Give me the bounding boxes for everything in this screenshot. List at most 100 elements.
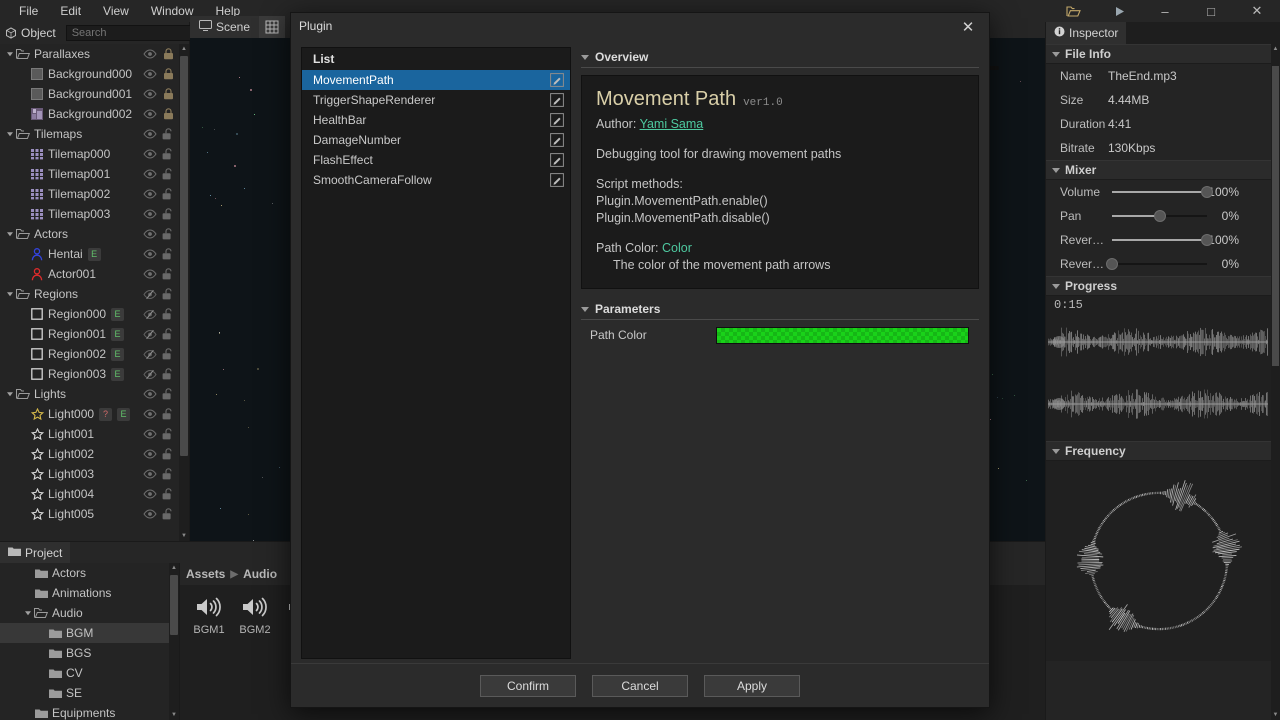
lock-open-icon[interactable]	[161, 468, 175, 480]
scroll-thumb[interactable]	[1272, 66, 1279, 366]
mixer-slider[interactable]	[1112, 209, 1207, 223]
plugin-list-item[interactable]: DamageNumber	[302, 130, 570, 150]
edit-icon[interactable]	[550, 93, 564, 107]
grid-icon[interactable]	[259, 16, 285, 38]
eye-visible-icon[interactable]	[143, 449, 157, 459]
object-tree-row[interactable]: Tilemap000	[0, 144, 179, 164]
chevron-down-icon[interactable]	[4, 290, 16, 298]
eye-hidden-icon[interactable]	[143, 329, 157, 340]
plugin-list-item[interactable]: FlashEffect	[302, 150, 570, 170]
scroll-down-arrow[interactable]: ▼	[169, 710, 179, 720]
lock-open-icon[interactable]	[161, 148, 175, 160]
folder-open-icon[interactable]	[1050, 0, 1096, 22]
waveform-display[interactable]: 0:15	[1046, 296, 1271, 441]
scroll-thumb[interactable]	[170, 575, 178, 635]
object-tree-row[interactable]: Lights	[0, 384, 179, 404]
project-folder-row[interactable]: SE	[0, 683, 179, 703]
author-link[interactable]: Yami Sama	[640, 117, 704, 131]
edit-icon[interactable]	[550, 173, 564, 187]
object-tree-row[interactable]: Regions	[0, 284, 179, 304]
object-tree-row[interactable]: Parallaxes	[0, 44, 179, 64]
object-tree-row[interactable]: HentaiE	[0, 244, 179, 264]
lock-open-icon[interactable]	[161, 348, 175, 360]
object-tree-row[interactable]: Light004	[0, 484, 179, 504]
menu-item-edit[interactable]: Edit	[49, 0, 92, 22]
eye-visible-icon[interactable]	[143, 209, 157, 219]
lock-open-icon[interactable]	[161, 308, 175, 320]
object-tree-row[interactable]: Light000?E	[0, 404, 179, 424]
eye-visible-icon[interactable]	[143, 89, 157, 99]
eye-visible-icon[interactable]	[143, 189, 157, 199]
menu-item-view[interactable]: View	[92, 0, 140, 22]
lock-open-icon[interactable]	[161, 268, 175, 280]
eye-hidden-icon[interactable]	[143, 289, 157, 300]
object-tree-row[interactable]: Light001	[0, 424, 179, 444]
lock-open-icon[interactable]	[161, 488, 175, 500]
project-folder-row[interactable]: Animations	[0, 583, 179, 603]
lock-open-icon[interactable]	[161, 428, 175, 440]
section-overview[interactable]: Overview	[581, 47, 979, 68]
eye-visible-icon[interactable]	[143, 249, 157, 259]
dialog-title-bar[interactable]: Plugin	[291, 13, 989, 39]
object-tree-row[interactable]: Light003	[0, 464, 179, 484]
object-tree-row[interactable]: Background001	[0, 84, 179, 104]
object-tree-scrollbar[interactable]: ▲ ▼	[179, 44, 189, 541]
object-tree-row[interactable]: Tilemap001	[0, 164, 179, 184]
eye-visible-icon[interactable]	[143, 49, 157, 59]
plugin-list-item[interactable]: TriggerShapeRenderer	[302, 90, 570, 110]
lock-open-icon[interactable]	[161, 128, 175, 140]
lock-open-icon[interactable]	[161, 368, 175, 380]
lock-open-icon[interactable]	[161, 448, 175, 460]
play-icon[interactable]	[1096, 0, 1142, 22]
plugin-list-item[interactable]: SmoothCameraFollow	[302, 170, 570, 190]
lock-open-icon[interactable]	[161, 328, 175, 340]
object-tree-row[interactable]: Light005	[0, 504, 179, 524]
slider-knob[interactable]	[1201, 186, 1213, 198]
project-folder-row[interactable]: BGS	[0, 643, 179, 663]
eye-visible-icon[interactable]	[143, 109, 157, 119]
eye-visible-icon[interactable]	[143, 429, 157, 439]
object-tree-row[interactable]: Actor001	[0, 264, 179, 284]
object-tree-row[interactable]: Region002E	[0, 344, 179, 364]
object-tree-row[interactable]: Light002	[0, 444, 179, 464]
slider-knob[interactable]	[1201, 234, 1213, 246]
edit-icon[interactable]	[550, 113, 564, 127]
section-file-info[interactable]: File Info	[1046, 44, 1271, 64]
menu-item-file[interactable]: File	[8, 0, 49, 22]
scroll-up-arrow[interactable]: ▲	[1271, 44, 1280, 54]
edit-icon[interactable]	[550, 73, 564, 87]
edit-icon[interactable]	[550, 153, 564, 167]
eye-visible-icon[interactable]	[143, 229, 157, 239]
chevron-down-icon[interactable]	[4, 230, 16, 238]
object-tree-row[interactable]: Region001E	[0, 324, 179, 344]
eye-visible-icon[interactable]	[143, 169, 157, 179]
eye-visible-icon[interactable]	[143, 409, 157, 419]
lock-closed-icon[interactable]	[161, 68, 175, 80]
eye-visible-icon[interactable]	[143, 389, 157, 399]
asset-item[interactable]: BGM1	[188, 593, 230, 650]
tab-inspector[interactable]: Inspector	[1046, 22, 1126, 44]
lock-open-icon[interactable]	[161, 228, 175, 240]
maximize-button[interactable]: □	[1188, 0, 1234, 22]
lock-closed-icon[interactable]	[161, 88, 175, 100]
section-progress[interactable]: Progress	[1046, 276, 1271, 296]
scroll-thumb[interactable]	[180, 56, 188, 456]
chevron-down-icon[interactable]	[4, 390, 16, 398]
section-parameters[interactable]: Parameters	[581, 299, 979, 320]
lock-open-icon[interactable]	[161, 188, 175, 200]
inspector-scrollbar[interactable]: ▲ ▼	[1271, 44, 1280, 720]
folder-tree-scrollbar[interactable]: ▲ ▼	[169, 563, 179, 720]
eye-visible-icon[interactable]	[143, 469, 157, 479]
section-frequency[interactable]: Frequency	[1046, 441, 1271, 461]
chevron-down-icon[interactable]	[22, 609, 34, 617]
object-tree-row[interactable]: Region000E	[0, 304, 179, 324]
edit-icon[interactable]	[550, 133, 564, 147]
minimize-button[interactable]: –	[1142, 0, 1188, 22]
lock-open-icon[interactable]	[161, 508, 175, 520]
breadcrumb-item[interactable]: Audio	[243, 567, 277, 581]
lock-open-icon[interactable]	[161, 248, 175, 260]
mixer-slider[interactable]	[1112, 185, 1207, 199]
eye-visible-icon[interactable]	[143, 269, 157, 279]
object-tree-row[interactable]: Region003E	[0, 364, 179, 384]
lock-closed-icon[interactable]	[161, 108, 175, 120]
